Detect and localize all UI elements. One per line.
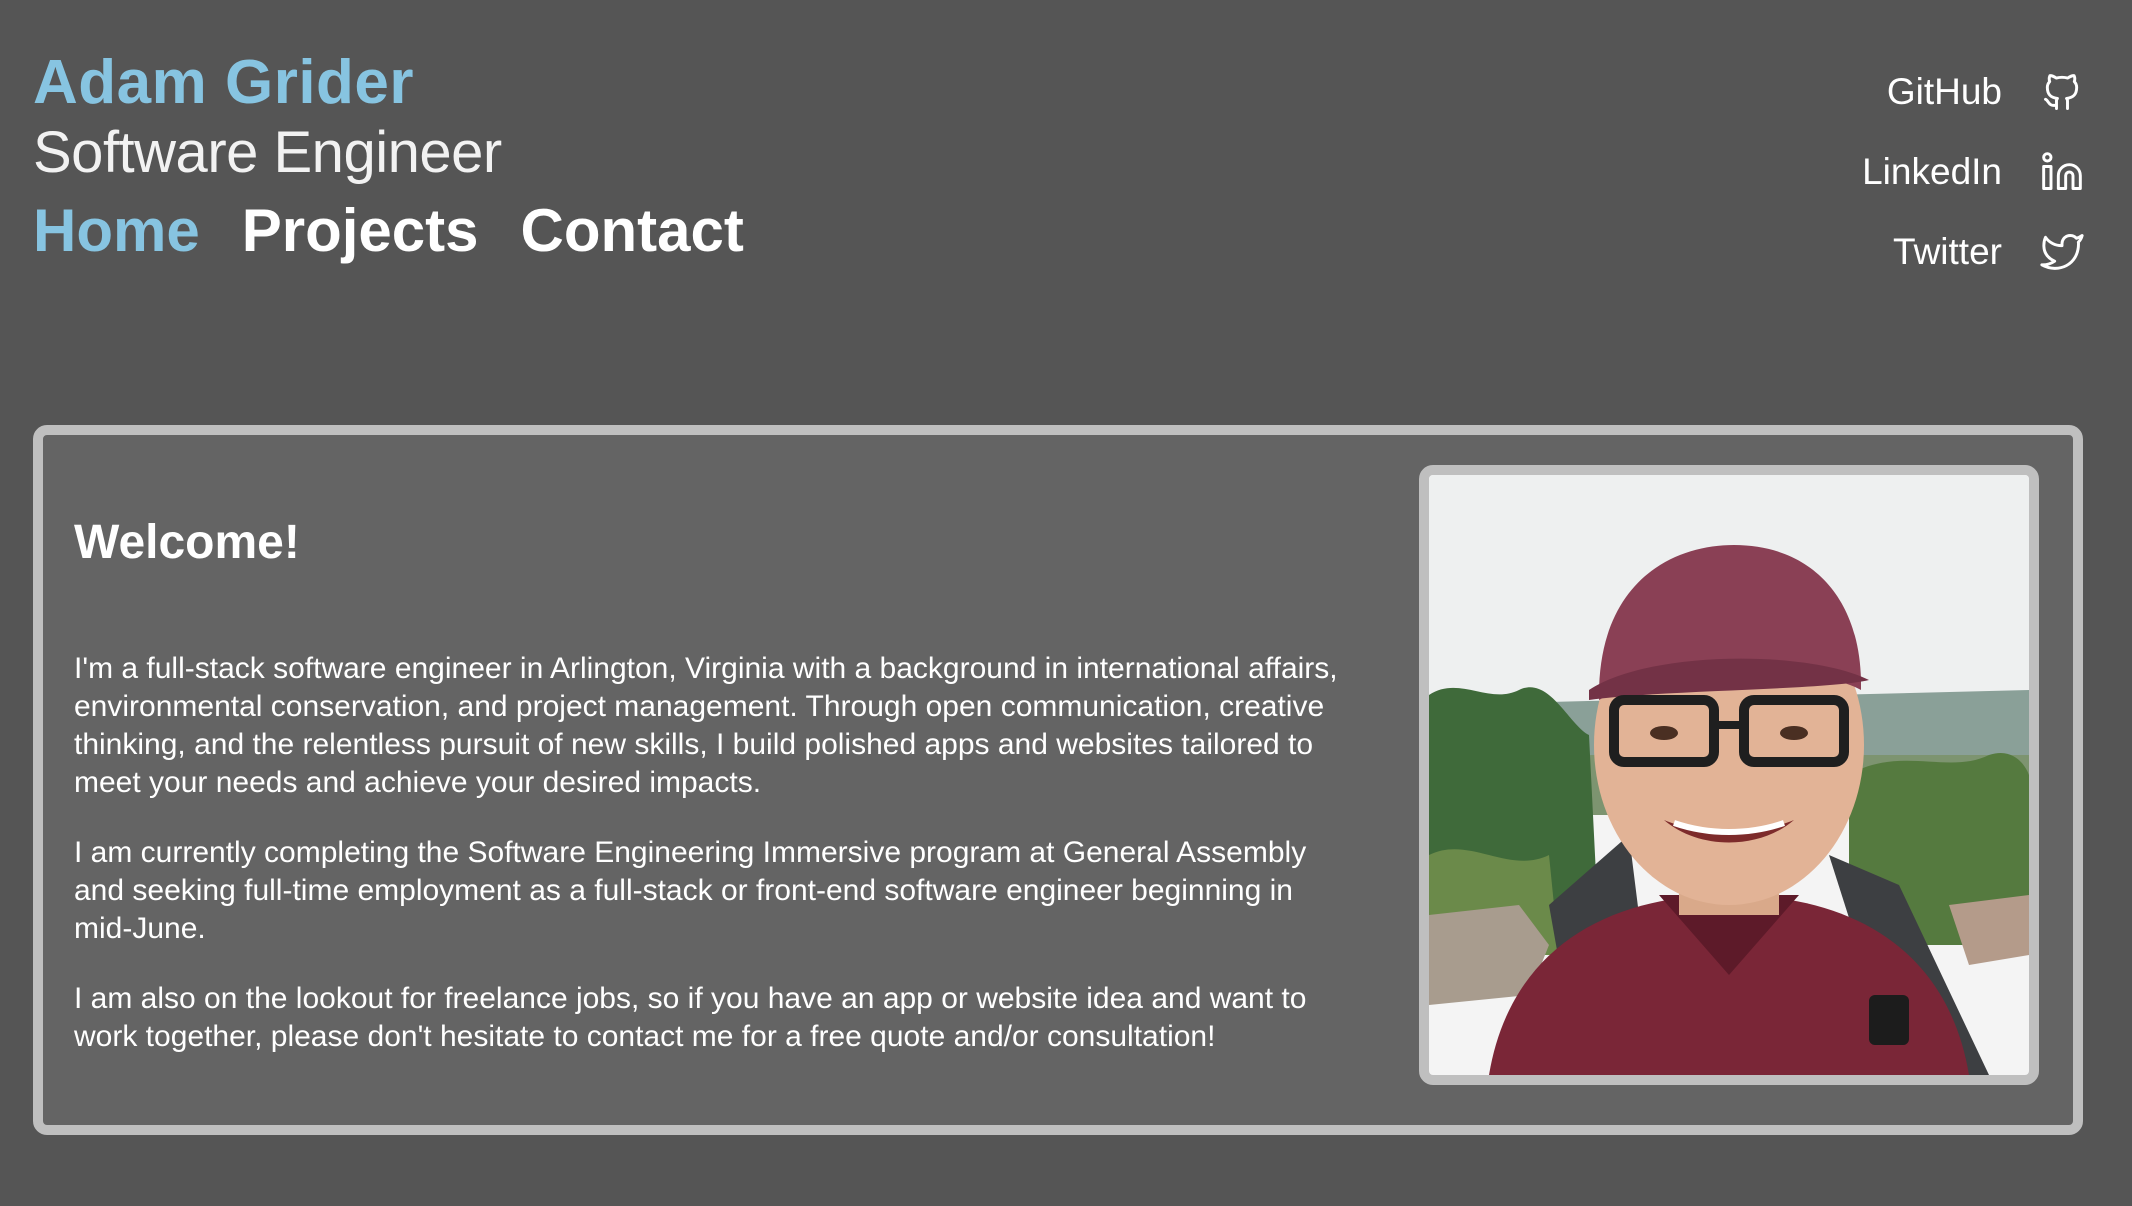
linkedin-label: LinkedIn — [1862, 151, 2002, 192]
welcome-heading: Welcome! — [74, 516, 300, 569]
freelance-paragraph: I am also on the lookout for freelance j… — [74, 982, 1307, 1053]
social-links: GitHub LinkedIn Twitter — [1862, 52, 2084, 292]
github-label: GitHub — [1886, 71, 2002, 112]
nav-contact[interactable]: Contact — [520, 196, 743, 266]
twitter-label: Twitter — [1893, 231, 2002, 272]
site-subtitle: Software Engineer — [33, 120, 502, 185]
linkedin-icon — [2040, 150, 2084, 194]
status-paragraph: I am currently completing the Software E… — [74, 836, 1307, 945]
welcome-card: Welcome! I'm a full-stack software engin… — [33, 425, 2083, 1135]
linkedin-link[interactable]: LinkedIn — [1862, 132, 2084, 212]
site-title: Adam Grider — [33, 48, 415, 117]
main-nav: Home Projects Contact — [33, 196, 744, 266]
twitter-link[interactable]: Twitter — [1862, 212, 2084, 292]
nav-projects[interactable]: Projects — [242, 196, 479, 266]
profile-photo — [1419, 465, 2039, 1085]
welcome-text: I'm a full-stack software engineer in Ar… — [74, 650, 1344, 1088]
github-link[interactable]: GitHub — [1862, 52, 2084, 132]
github-icon — [2040, 70, 2084, 114]
site-header: Adam Grider Software Engineer Home Proje… — [33, 50, 744, 266]
nav-home[interactable]: Home — [33, 196, 200, 266]
twitter-icon — [2040, 230, 2084, 274]
intro-paragraph: I'm a full-stack software engineer in Ar… — [74, 652, 1338, 799]
